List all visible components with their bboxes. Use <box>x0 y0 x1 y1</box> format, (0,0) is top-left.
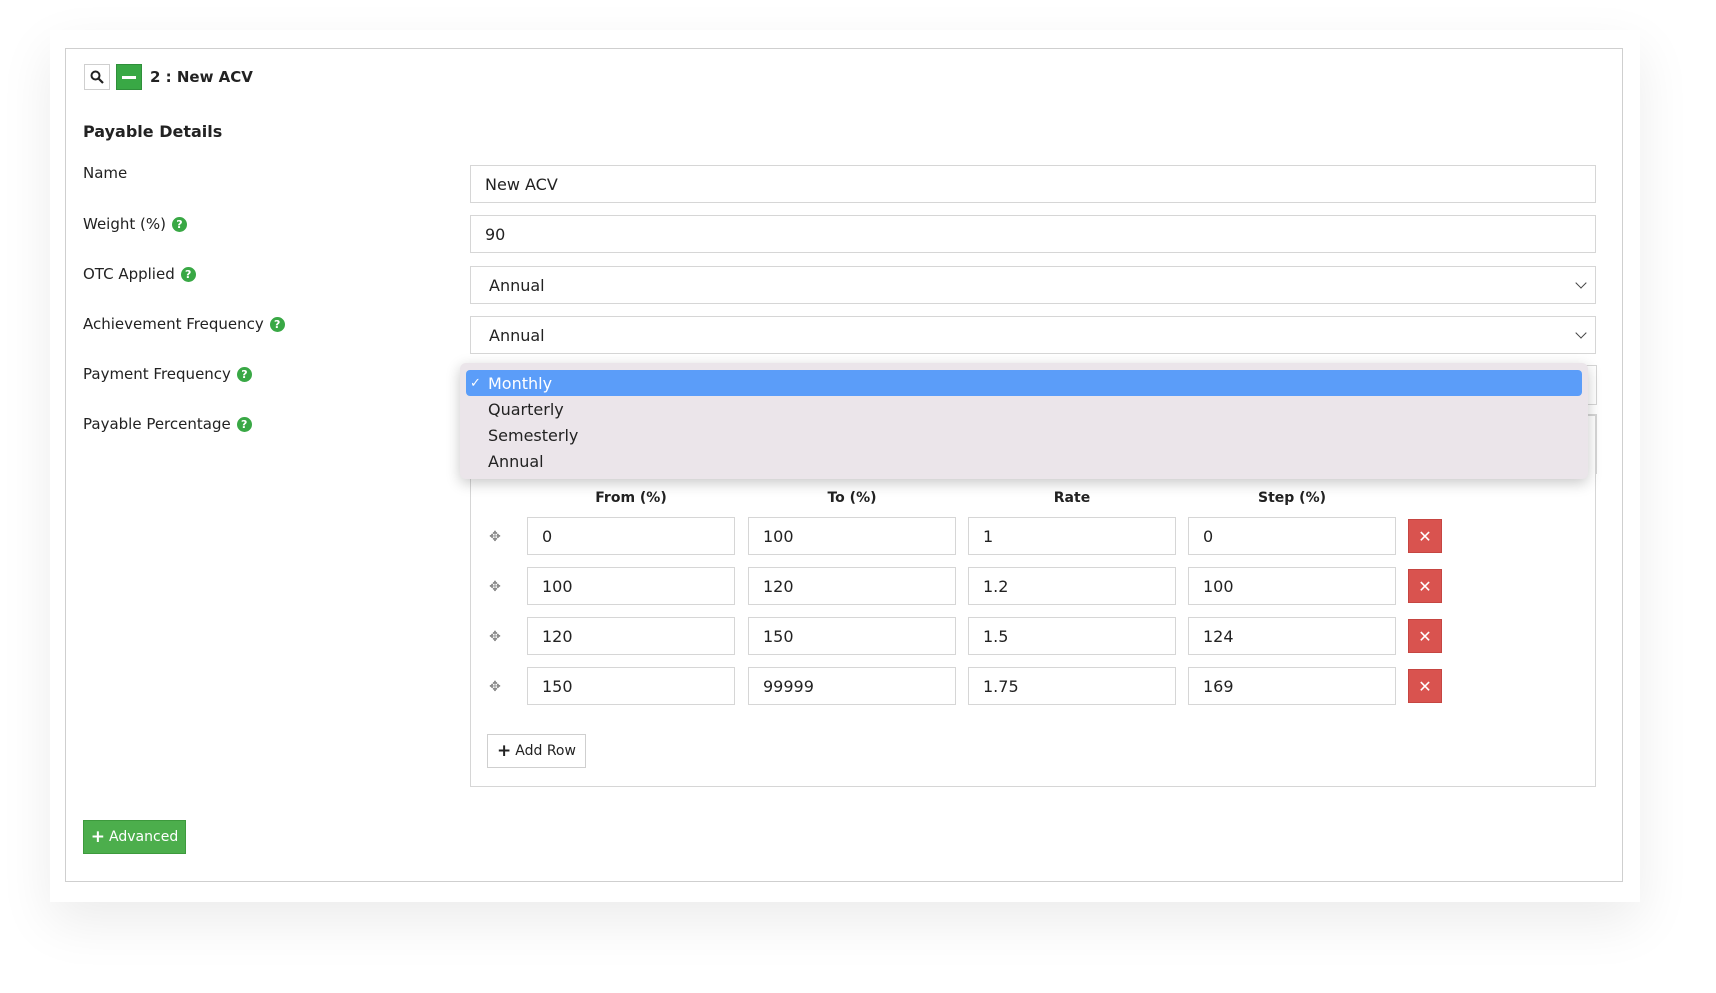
search-icon[interactable] <box>84 64 110 90</box>
drag-handle-icon[interactable]: ✥ <box>487 529 503 545</box>
weight-label: Weight (%)? <box>83 215 187 233</box>
collapse-icon[interactable] <box>116 64 142 90</box>
add-row-button[interactable]: + Add Row <box>487 734 586 768</box>
dropdown-option-annual[interactable]: Annual <box>466 448 1582 474</box>
rate-input[interactable]: 1.2 <box>968 567 1176 605</box>
step-input[interactable]: 169 <box>1188 667 1396 705</box>
chevron-down-icon <box>1575 277 1587 289</box>
drag-handle-icon[interactable]: ✥ <box>487 629 503 645</box>
otc-select[interactable]: Annual <box>470 266 1596 304</box>
delete-row-button[interactable]: ✕ <box>1408 619 1442 653</box>
name-field[interactable]: New ACV <box>470 165 1596 203</box>
step-input[interactable]: 124 <box>1188 617 1396 655</box>
drag-handle-icon[interactable]: ✥ <box>487 579 503 595</box>
name-label: Name <box>83 164 128 182</box>
from-input[interactable]: 120 <box>527 617 735 655</box>
weight-field[interactable]: 90 <box>470 215 1596 253</box>
column-header-from: From (%) <box>595 490 667 506</box>
achievement-select[interactable]: Annual <box>470 316 1596 354</box>
otc-label: OTC Applied? <box>83 265 196 283</box>
from-input[interactable]: 100 <box>527 567 735 605</box>
help-icon[interactable]: ? <box>269 316 285 332</box>
from-input[interactable]: 150 <box>527 667 735 705</box>
help-icon[interactable]: ? <box>236 366 252 382</box>
step-input[interactable]: 0 <box>1188 517 1396 555</box>
rate-input[interactable]: 1.5 <box>968 617 1176 655</box>
node-title: 2 : New ACV <box>150 68 253 86</box>
delete-row-button[interactable]: ✕ <box>1408 669 1442 703</box>
to-input[interactable]: 100 <box>748 517 956 555</box>
payable-label: Payable Percentage? <box>83 415 252 433</box>
help-icon[interactable]: ? <box>171 216 187 232</box>
plus-icon: + <box>497 741 512 761</box>
delete-row-button[interactable]: ✕ <box>1408 569 1442 603</box>
help-icon[interactable]: ? <box>236 416 252 432</box>
column-header-to: To (%) <box>827 490 877 506</box>
section-title: Payable Details <box>83 122 223 141</box>
help-icon[interactable]: ? <box>180 266 196 282</box>
payment-label: Payment Frequency? <box>83 365 252 383</box>
achievement-label: Achievement Frequency? <box>83 315 285 333</box>
to-input[interactable]: 120 <box>748 567 956 605</box>
to-input[interactable]: 99999 <box>748 667 956 705</box>
drag-handle-icon[interactable]: ✥ <box>487 679 503 695</box>
node-header: 2 : New ACV <box>84 63 253 91</box>
rate-input[interactable]: 1.75 <box>968 667 1176 705</box>
from-input[interactable]: 0 <box>527 517 735 555</box>
advanced-button[interactable]: + Advanced <box>83 820 186 854</box>
to-input[interactable]: 150 <box>748 617 956 655</box>
chevron-down-icon <box>1575 327 1587 339</box>
payment-frequency-dropdown: ✓ Monthly Quarterly Semesterly Annual <box>460 363 1588 479</box>
checkmark-icon: ✓ <box>470 375 481 391</box>
rate-input[interactable]: 1 <box>968 517 1176 555</box>
step-input[interactable]: 100 <box>1188 567 1396 605</box>
column-header-step: Step (%) <box>1258 490 1326 506</box>
column-header-rate: Rate <box>1053 490 1091 506</box>
dropdown-option-quarterly[interactable]: Quarterly <box>466 396 1582 422</box>
plus-icon: + <box>90 827 106 847</box>
delete-row-button[interactable]: ✕ <box>1408 519 1442 553</box>
dropdown-option-monthly[interactable]: ✓ Monthly <box>466 370 1582 396</box>
dropdown-option-semesterly[interactable]: Semesterly <box>466 422 1582 448</box>
